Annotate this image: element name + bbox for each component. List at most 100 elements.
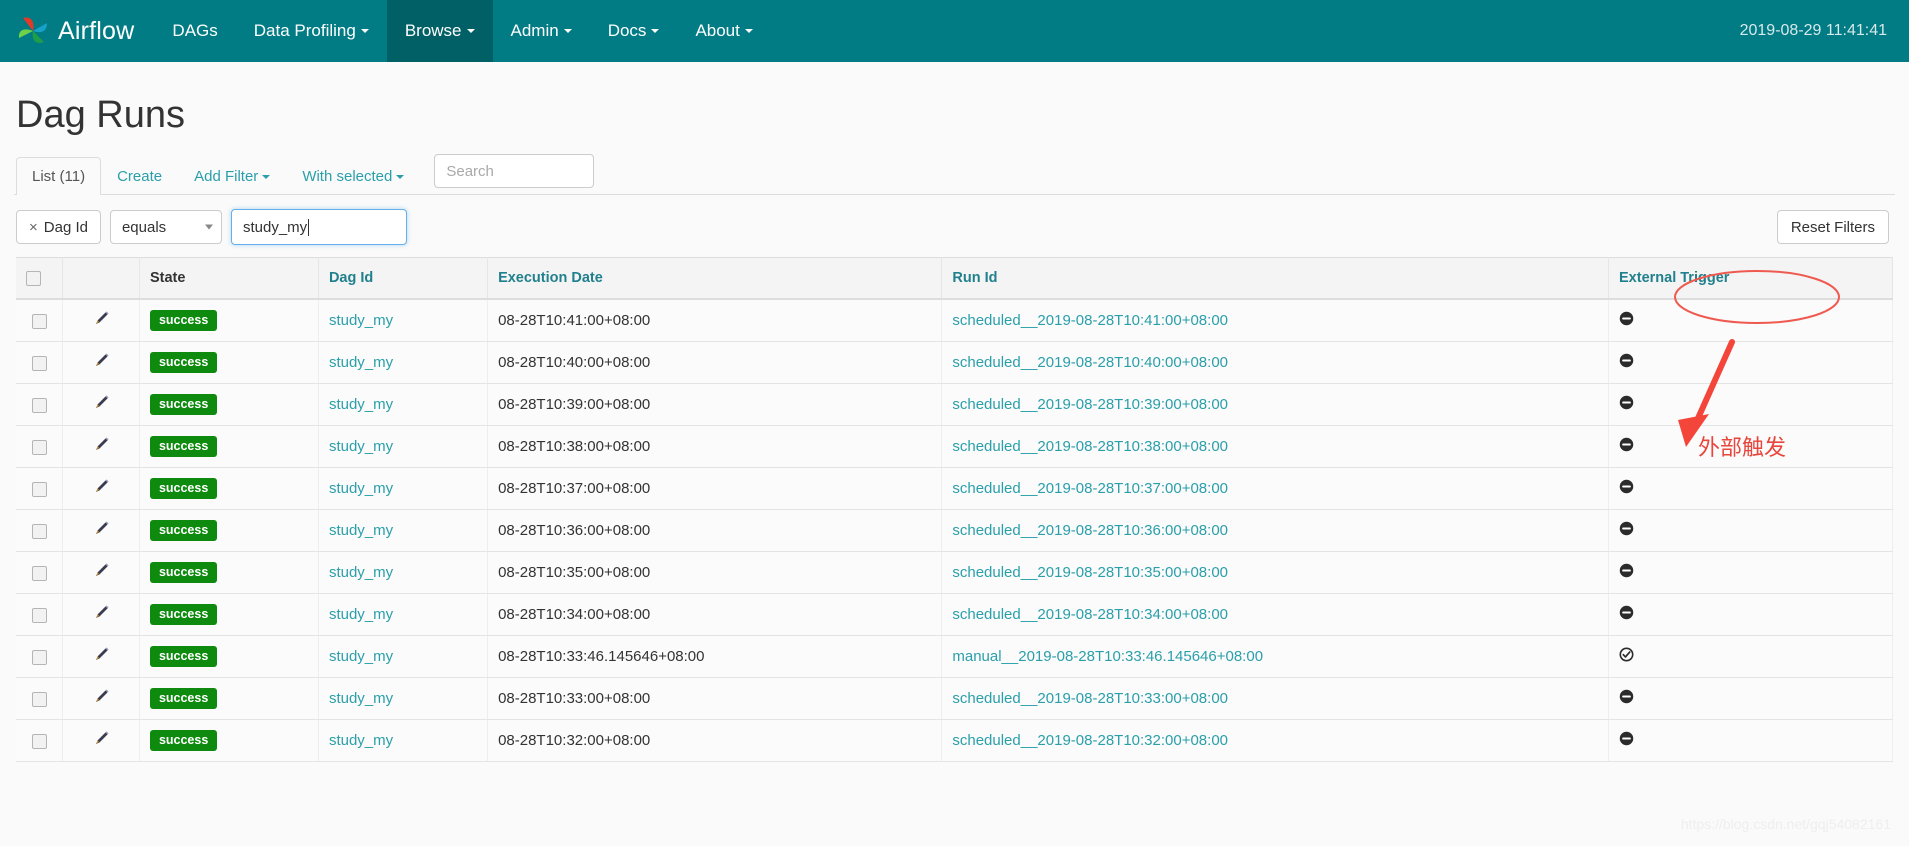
dag-id-link[interactable]: study_my [329,354,393,371]
minus-circle-icon [1619,437,1634,456]
edit-pencil-icon[interactable] [93,310,110,331]
dag-id-link[interactable]: study_my [329,312,393,329]
run-id-link[interactable]: scheduled__2019-08-28T10:38:00+08:00 [952,438,1228,455]
row-checkbox[interactable] [31,649,47,665]
filter-chip-label: Dag Id [43,218,88,236]
filter-chip-dag-id[interactable]: × Dag Id [16,210,101,244]
row-external-trigger-cell [1608,593,1893,636]
row-state-cell: success [139,299,319,342]
nav-item-about[interactable]: About [677,0,770,62]
row-state-cell: success [139,341,319,384]
search-input[interactable] [434,154,595,188]
minus-circle-icon [1619,521,1634,540]
header-select-all [16,257,64,300]
row-select-cell [16,467,64,510]
page-container: Dag Runs List (11) Create Add Filter Wit… [0,94,1909,762]
run-id-link[interactable]: scheduled__2019-08-28T10:36:00+08:00 [952,522,1228,539]
status-badge: success [149,562,218,583]
row-checkbox[interactable] [31,565,47,581]
nav-item-data-profiling[interactable]: Data Profiling [236,0,387,62]
run-id-link[interactable]: scheduled__2019-08-28T10:41:00+08:00 [952,312,1228,329]
filter-value-input[interactable]: study_my [230,209,407,245]
header-run-id[interactable]: Run Id [941,257,1609,300]
tab-list-label: List (11) [32,168,86,185]
edit-pencil-icon[interactable] [93,478,110,499]
run-id-link[interactable]: scheduled__2019-08-28T10:34:00+08:00 [952,606,1228,623]
row-external-trigger-cell [1608,467,1893,510]
dag-id-link[interactable]: study_my [329,438,393,455]
row-checkbox[interactable] [31,691,47,707]
edit-pencil-icon[interactable] [93,436,110,457]
edit-pencil-icon[interactable] [93,730,110,751]
row-state-cell: success [139,719,319,762]
minus-circle-icon [1619,563,1634,582]
chevron-down-icon [466,29,475,33]
filter-operator-wrap: equals [109,210,222,244]
run-id-link[interactable]: scheduled__2019-08-28T10:33:00+08:00 [952,690,1228,707]
row-checkbox[interactable] [31,355,47,371]
row-dag-id-cell: study_my [318,719,489,762]
nav-item-admin[interactable]: Admin [493,0,590,62]
row-edit-cell [62,299,140,342]
run-id-link[interactable]: scheduled__2019-08-28T10:39:00+08:00 [952,396,1228,413]
table-row: success study_my 08-28T10:39:00+08:00 sched… [16,383,1893,426]
tab-add-filter[interactable]: Add Filter [178,157,286,195]
run-id-link[interactable]: scheduled__2019-08-28T10:37:00+08:00 [952,480,1228,497]
row-execution-date-cell: 08-28T10:36:00+08:00 [487,509,943,552]
row-dag-id-cell: study_my [318,509,489,552]
close-icon[interactable]: × [29,220,38,235]
row-edit-cell [62,593,140,636]
dag-id-link[interactable]: study_my [329,480,393,497]
row-execution-date-cell: 08-28T10:33:00+08:00 [487,677,943,720]
row-checkbox[interactable] [31,439,47,455]
edit-pencil-icon[interactable] [93,646,110,667]
row-select-cell [16,719,64,762]
row-dag-id-cell: study_my [318,467,489,510]
row-checkbox[interactable] [31,523,47,539]
dag-id-link[interactable]: study_my [329,648,393,665]
table-row: success study_my 08-28T10:40:00+08:00 sched… [16,341,1893,384]
row-checkbox[interactable] [31,481,47,497]
nav-item-docs[interactable]: Docs [590,0,678,62]
filter-operator-select[interactable]: equals [109,210,222,244]
edit-pencil-icon[interactable] [93,562,110,583]
edit-pencil-icon[interactable] [93,688,110,709]
tab-with-selected[interactable]: With selected [286,157,420,195]
header-dag-id[interactable]: Dag Id [318,257,489,300]
dag-id-link[interactable]: study_my [329,606,393,623]
run-id-link[interactable]: scheduled__2019-08-28T10:32:00+08:00 [952,732,1228,749]
header-external-trigger[interactable]: External Trigger [1608,257,1893,300]
edit-pencil-icon[interactable] [93,352,110,373]
dag-id-link[interactable]: study_my [329,732,393,749]
edit-pencil-icon[interactable] [93,604,110,625]
run-id-link[interactable]: scheduled__2019-08-28T10:40:00+08:00 [952,354,1228,371]
row-checkbox[interactable] [31,607,47,623]
select-all-checkbox[interactable] [26,270,41,286]
edit-pencil-icon[interactable] [93,520,110,541]
brand-home-link[interactable]: Airflow [0,0,154,62]
dag-id-link[interactable]: study_my [329,396,393,413]
run-id-link[interactable]: manual__2019-08-28T10:33:46.145646+08:00 [952,648,1263,665]
dag-id-link[interactable]: study_my [329,690,393,707]
row-checkbox[interactable] [31,733,47,749]
row-execution-date-cell: 08-28T10:32:00+08:00 [487,719,943,762]
reset-filters-button[interactable]: Reset Filters [1776,210,1889,244]
row-external-trigger-cell [1608,677,1893,720]
tab-list[interactable]: List (11) [16,157,102,195]
row-external-trigger-cell [1608,635,1893,678]
run-id-link[interactable]: scheduled__2019-08-28T10:35:00+08:00 [952,564,1228,581]
row-select-cell [16,593,64,636]
row-checkbox[interactable] [31,397,47,413]
dag-id-link[interactable]: study_my [329,564,393,581]
row-external-trigger-cell [1608,551,1893,594]
row-checkbox[interactable] [31,313,47,329]
dag-id-link[interactable]: study_my [329,522,393,539]
tab-create[interactable]: Create [101,157,178,195]
row-external-trigger-cell [1608,425,1893,468]
nav-item-browse[interactable]: Browse [386,0,493,62]
header-execution-date[interactable]: Execution Date [487,257,943,300]
edit-pencil-icon[interactable] [93,394,110,415]
nav-item-dags[interactable]: DAGs [154,0,235,62]
status-badge: success [149,310,218,331]
table-head: State Dag Id Execution Date Run Id Exter… [16,257,1893,300]
